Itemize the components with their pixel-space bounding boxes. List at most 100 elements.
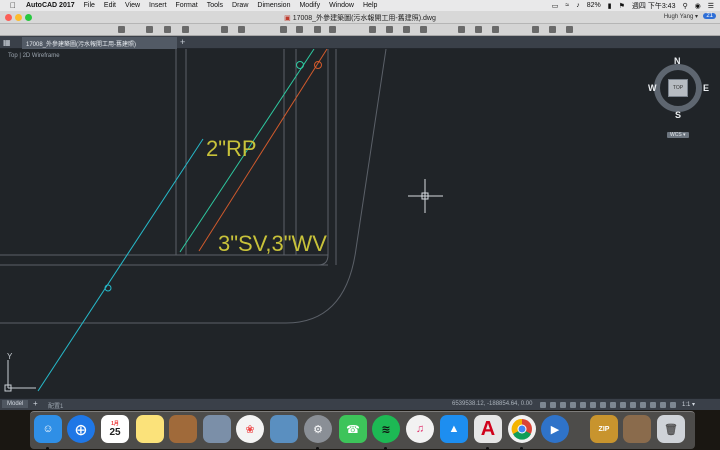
open-file-icon[interactable]: [146, 26, 153, 33]
menu-insert[interactable]: Insert: [149, 2, 167, 9]
redo-icon[interactable]: [238, 26, 245, 33]
battery-icon[interactable]: ▮: [608, 2, 612, 10]
menubar-clock[interactable]: 週四 下午3:43: [632, 1, 676, 11]
isodraft-icon[interactable]: [590, 402, 596, 408]
window-title: ▣ 17008_外參建築圖(污水報開工用-舊建照).dwg: [284, 15, 436, 22]
tool-palette-icon[interactable]: [566, 26, 573, 33]
select-icon[interactable]: [458, 26, 465, 33]
layer-properties-icon[interactable]: [386, 26, 393, 33]
user-account-menu[interactable]: Hugh Yang ▾: [664, 13, 698, 20]
selection-cycling-icon[interactable]: [640, 402, 646, 408]
menu-draw[interactable]: Draw: [232, 2, 248, 9]
tab-drawing[interactable]: 17008_外參建築圖(污水報開工用-舊建照): [22, 37, 177, 49]
annotation-scale[interactable]: 1:1 ▾: [682, 401, 695, 408]
annotation-visibility-icon[interactable]: [670, 402, 676, 408]
safari-icon[interactable]: ⨁: [67, 415, 95, 443]
status-bar: Model + 配置1 6539538.12, -188854.64, 0.00…: [0, 398, 720, 410]
layer-icon[interactable]: [369, 26, 376, 33]
save-as-icon[interactable]: [182, 26, 189, 33]
menu-format[interactable]: Format: [176, 2, 198, 9]
add-layout-button[interactable]: +: [33, 399, 38, 408]
compass-south[interactable]: S: [675, 110, 681, 120]
mail-stamp-icon[interactable]: [270, 415, 298, 443]
apple-menu-icon[interactable]: : [10, 1, 20, 10]
display-icon[interactable]: ▭: [552, 2, 559, 10]
contacts-icon[interactable]: [169, 415, 197, 443]
compass-north[interactable]: N: [674, 56, 681, 66]
notification-center-icon[interactable]: ☰: [708, 2, 714, 10]
dwg-file-icon: ▣: [284, 15, 291, 22]
match-properties-icon[interactable]: [329, 26, 336, 33]
compass-west[interactable]: W: [648, 83, 657, 93]
itunes-icon[interactable]: ♫: [406, 415, 434, 443]
transparency-icon[interactable]: [630, 402, 636, 408]
model-space-icon[interactable]: [540, 402, 546, 408]
design-center-icon[interactable]: [549, 26, 556, 33]
compass-east[interactable]: E: [703, 83, 709, 93]
lineweight-icon[interactable]: [620, 402, 626, 408]
dynamic-ucs-icon[interactable]: [660, 402, 666, 408]
quicktime-icon[interactable]: ▶: [541, 415, 569, 443]
layer-lock-icon[interactable]: [420, 26, 427, 33]
app-menu[interactable]: AutoCAD 2017: [26, 2, 75, 9]
new-file-icon[interactable]: [118, 26, 125, 33]
menu-file[interactable]: File: [84, 2, 95, 9]
label-rp[interactable]: 2"RP: [206, 136, 257, 161]
menu-dimension[interactable]: Dimension: [257, 2, 290, 9]
window-titlebar: ▣ 17008_外參建築圖(污水報開工用-舊建照).dwg Hugh Yang …: [0, 11, 720, 24]
object-snap-icon[interactable]: [610, 402, 616, 408]
viewcube-top-face[interactable]: TOP: [668, 79, 688, 97]
hand-pan-icon[interactable]: [475, 26, 482, 33]
app-store-icon[interactable]: ▲: [440, 415, 468, 443]
spotify-icon[interactable]: ≋: [372, 415, 400, 443]
viewcube[interactable]: TOP N S E W: [648, 56, 709, 120]
zoom-icon[interactable]: [296, 26, 303, 33]
finder-icon[interactable]: ☺: [34, 415, 62, 443]
wifi-icon[interactable]: ≈: [565, 2, 569, 9]
tab-layout1[interactable]: 配置1: [48, 401, 63, 410]
snap-mode-icon[interactable]: [560, 402, 566, 408]
facetime-icon[interactable]: ☎: [339, 415, 367, 443]
notes-icon[interactable]: [136, 415, 164, 443]
object-snap-tracking-icon[interactable]: [600, 402, 606, 408]
spotlight-search-icon[interactable]: ⚲: [682, 2, 687, 10]
menu-edit[interactable]: Edit: [104, 2, 116, 9]
flag-icon[interactable]: ⚑: [619, 2, 625, 10]
downloads-stack-icon[interactable]: [623, 415, 651, 443]
system-preferences-icon[interactable]: ⚙: [304, 415, 332, 443]
new-tab-button[interactable]: +: [180, 37, 185, 47]
ortho-mode-icon[interactable]: [570, 402, 576, 408]
menu-tools[interactable]: Tools: [207, 2, 223, 9]
trash-icon[interactable]: 🗑: [657, 415, 685, 443]
archive-utility-icon[interactable]: ZIP: [590, 415, 618, 443]
menu-modify[interactable]: Modify: [299, 2, 320, 9]
pipe-sv-node[interactable]: [296, 61, 304, 69]
label-sv-wv[interactable]: 3"SV,3"WV: [218, 231, 327, 256]
3d-osnap-icon[interactable]: [650, 402, 656, 408]
menu-window[interactable]: Window: [329, 2, 354, 9]
drawing-canvas[interactable]: 2"RP 3"SV,3"WV Y: [0, 49, 720, 398]
siri-icon[interactable]: ◉: [695, 2, 701, 10]
photos-icon[interactable]: ❀: [236, 415, 264, 443]
volume-icon[interactable]: ♪: [576, 2, 580, 9]
orbit-icon[interactable]: [492, 26, 499, 33]
layer-freeze-icon[interactable]: [403, 26, 410, 33]
save-icon[interactable]: [164, 26, 171, 33]
battery-percent[interactable]: 82%: [587, 2, 601, 9]
menu-view[interactable]: View: [125, 2, 140, 9]
undo-icon[interactable]: [221, 26, 228, 33]
chrome-icon[interactable]: [508, 415, 536, 443]
tab-model[interactable]: Model: [2, 400, 29, 408]
preview-icon[interactable]: [203, 415, 231, 443]
plot-icon[interactable]: [280, 26, 287, 33]
menu-help[interactable]: Help: [363, 2, 377, 9]
polar-tracking-icon[interactable]: [580, 402, 586, 408]
autocad-icon[interactable]: A: [474, 415, 502, 443]
pan-icon[interactable]: [314, 26, 321, 33]
notification-badge[interactable]: 21: [703, 13, 716, 19]
grid-display-icon[interactable]: [550, 402, 556, 408]
tab-grid-icon[interactable]: ▦: [3, 38, 11, 47]
properties-palette-icon[interactable]: [532, 26, 539, 33]
calendar-icon[interactable]: 1月 25: [101, 415, 129, 443]
wcs-menu[interactable]: WCS ▾: [667, 132, 689, 138]
